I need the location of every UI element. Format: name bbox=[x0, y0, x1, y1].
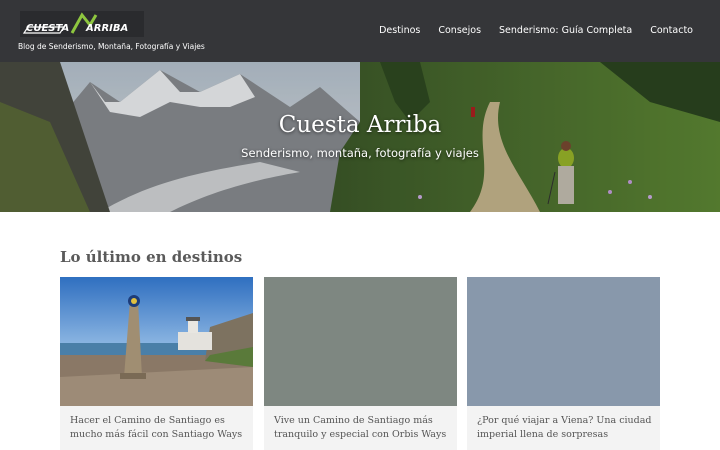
site-header: CUESTA ARRIBA Blog de Senderismo, Montañ… bbox=[0, 0, 720, 62]
post-title[interactable]: ¿Por qué viajar a Viena? Una ciudad impe… bbox=[477, 414, 655, 442]
svg-text:CUESTA: CUESTA bbox=[26, 23, 69, 34]
nav-contacto[interactable]: Contacto bbox=[650, 25, 693, 36]
svg-text:ARRIBA: ARRIBA bbox=[85, 23, 128, 34]
thumbnail-image bbox=[60, 277, 253, 406]
hero-title: Cuesta Arriba bbox=[278, 112, 442, 138]
main-nav: Destinos Consejos Senderismo: Guía Compl… bbox=[379, 25, 693, 36]
post-card[interactable]: Vive un Camino de Santiago más tranquilo… bbox=[264, 277, 457, 450]
post-title[interactable]: Vive un Camino de Santiago más tranquilo… bbox=[274, 414, 452, 442]
site-logo[interactable]: CUESTA ARRIBA bbox=[20, 11, 144, 37]
post-thumbnail[interactable] bbox=[60, 277, 253, 406]
nav-destinos[interactable]: Destinos bbox=[379, 25, 420, 36]
post-thumbnail[interactable] bbox=[467, 277, 660, 406]
nav-consejos[interactable]: Consejos bbox=[438, 25, 481, 36]
site-tagline: Blog de Senderismo, Montaña, Fotografía … bbox=[18, 42, 205, 51]
post-thumbnail[interactable] bbox=[264, 277, 457, 406]
post-card[interactable]: ¿Por qué viajar a Viena? Una ciudad impe… bbox=[467, 277, 660, 450]
hero-banner: Cuesta Arriba Senderismo, montaña, fotog… bbox=[0, 62, 720, 212]
post-card[interactable]: Hacer el Camino de Santiago es mucho más… bbox=[60, 277, 253, 450]
nav-guia-senderismo[interactable]: Senderismo: Guía Completa bbox=[499, 25, 632, 36]
section-title: Lo último en destinos bbox=[60, 248, 243, 266]
post-title[interactable]: Hacer el Camino de Santiago es mucho más… bbox=[70, 414, 248, 442]
logo-graphic: CUESTA ARRIBA bbox=[20, 11, 144, 37]
hero-subtitle: Senderismo, montaña, fotografía y viajes bbox=[241, 146, 479, 160]
